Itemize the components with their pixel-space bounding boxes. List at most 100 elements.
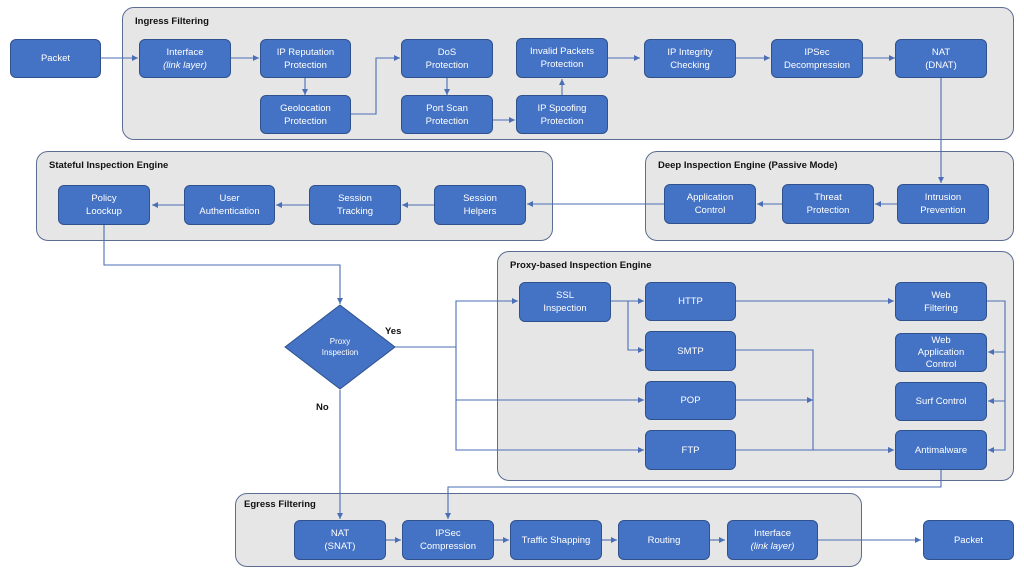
node-label: Antimalware xyxy=(914,444,968,456)
node-label: Intrusion xyxy=(924,192,962,203)
node-label: Protection xyxy=(540,115,584,127)
node-label: (SNAT) xyxy=(324,541,356,552)
node-label: Invalid Packets xyxy=(530,46,594,57)
node-label: SMTP xyxy=(677,345,704,357)
node-ip-integrity: IP Integrity Checking xyxy=(644,39,736,78)
node-label: Traffic Shapping xyxy=(521,534,591,546)
node-intrusion-prevention: Intrusion Prevention xyxy=(897,184,989,224)
node-session-tracking: Session Tracking xyxy=(309,185,401,225)
node-web-filtering: Web Filtering xyxy=(895,282,987,321)
node-label: Session xyxy=(463,193,497,204)
node-label: (link layer) xyxy=(163,59,207,71)
node-label: Protection xyxy=(425,115,469,127)
node-ip-spoofing: IP Spoofing Protection xyxy=(516,95,608,134)
node-label: POP xyxy=(680,395,701,406)
node-dnat: NAT (DNAT) xyxy=(895,39,987,78)
node-label: Protection xyxy=(284,59,327,71)
node-dos: DoS Protection xyxy=(401,39,493,78)
node-interface-in: Interface (link layer) xyxy=(139,39,231,78)
node-label: Protection xyxy=(806,205,850,216)
node-label: Session xyxy=(338,193,372,204)
node-label: Tracking xyxy=(336,206,374,217)
node-label: Policy xyxy=(91,193,117,204)
node-label: Protection xyxy=(284,115,327,127)
node-session-helpers: Session Helpers xyxy=(434,185,526,225)
node-label: Filtering xyxy=(924,302,958,314)
node-label: Decompression xyxy=(784,59,850,71)
node-threat-protection: Threat Protection xyxy=(782,184,874,224)
yes-label: Yes xyxy=(385,326,402,337)
node-label: Packet xyxy=(953,534,984,546)
node-label: NAT xyxy=(330,528,350,539)
node-label: Protection xyxy=(540,59,584,70)
node-snat: NAT (SNAT) xyxy=(294,520,386,560)
node-label: Prevention xyxy=(920,205,966,216)
group-title: Proxy-based Inspection Engine xyxy=(510,260,652,271)
node-label: Authentication xyxy=(199,206,260,217)
node-label: IP Reputation xyxy=(276,46,335,58)
node-ipsec-decompression: IPSec Decompression xyxy=(771,39,863,78)
node-pop: POP xyxy=(645,381,736,420)
node-label: Geolocation xyxy=(280,102,331,114)
node-label: DoS xyxy=(437,46,457,58)
node-label: Control xyxy=(694,205,726,216)
node-routing: Routing xyxy=(618,520,710,560)
node-application-control: Application Control xyxy=(664,184,756,224)
node-http: HTTP xyxy=(645,282,736,321)
node-port-scan: Port Scan Protection xyxy=(401,95,493,134)
node-label: FTP xyxy=(681,444,700,456)
group-title: Ingress Filtering xyxy=(135,16,209,27)
node-user-authentication: User Authentication xyxy=(184,185,275,225)
node-label: Loockup xyxy=(86,206,122,217)
node-label: Web xyxy=(931,289,951,301)
node-traffic-shaping: Traffic Shapping xyxy=(510,520,602,560)
proxy-decision: Proxy Inspection xyxy=(286,306,394,388)
node-label: Proxy xyxy=(329,337,351,346)
node-ftp: FTP xyxy=(645,430,736,470)
node-packet-in: Packet xyxy=(10,39,101,78)
node-label: Packet xyxy=(40,53,71,64)
group-title: Deep Inspection Engine (Passive Mode) xyxy=(658,160,838,171)
node-label: IPSec xyxy=(435,528,461,539)
node-label: Port Scan xyxy=(426,102,468,114)
node-label: (link layer) xyxy=(750,541,795,552)
node-label: Interface xyxy=(754,528,791,539)
node-label: Threat xyxy=(814,192,842,203)
node-packet-out: Packet xyxy=(923,520,1014,560)
node-web-application-control: Web Application Control xyxy=(895,333,987,372)
node-label: Protection xyxy=(425,59,469,71)
group-title: Stateful Inspection Engine xyxy=(49,160,169,171)
no-label: No xyxy=(316,402,329,413)
group-title: Egress Filtering xyxy=(244,499,316,510)
node-label: Inspection xyxy=(543,303,587,314)
node-label: IPSec xyxy=(804,46,830,58)
node-smtp: SMTP xyxy=(645,331,736,371)
node-label: SSL xyxy=(556,290,574,301)
node-label: Inspection xyxy=(321,348,359,357)
node-label: Checking xyxy=(670,59,710,71)
node-label: Helpers xyxy=(463,206,497,217)
node-surf-control: Surf Control xyxy=(895,382,987,421)
node-label: IP Spoofing xyxy=(537,102,587,114)
node-label: Compression xyxy=(420,541,476,552)
node-label: Interface xyxy=(166,46,204,58)
node-label: Application xyxy=(686,192,734,203)
node-label: Control xyxy=(925,358,957,370)
node-label: NAT xyxy=(931,46,951,58)
node-label: Web xyxy=(931,334,951,346)
node-ipsec-compression: IPSec Compression xyxy=(402,520,494,560)
node-label: (DNAT) xyxy=(925,59,957,71)
node-label: Routing xyxy=(647,534,681,546)
node-label: HTTP xyxy=(678,296,703,307)
node-label: Application xyxy=(917,346,965,358)
node-label: User xyxy=(219,193,240,204)
node-interface-out: Interface (link layer) xyxy=(727,520,818,560)
node-ip-reputation: IP Reputation Protection xyxy=(260,39,351,78)
node-ssl-inspection: SSL Inspection xyxy=(519,282,611,322)
node-label: Surf Control xyxy=(915,396,967,407)
node-invalid-packets: Invalid Packets Protection xyxy=(516,38,608,78)
node-label: IP Integrity xyxy=(667,46,713,58)
node-geolocation: Geolocation Protection xyxy=(260,95,351,134)
node-policy-lookup: Policy Loockup xyxy=(58,185,150,225)
node-antimalware: Antimalware xyxy=(895,430,987,470)
